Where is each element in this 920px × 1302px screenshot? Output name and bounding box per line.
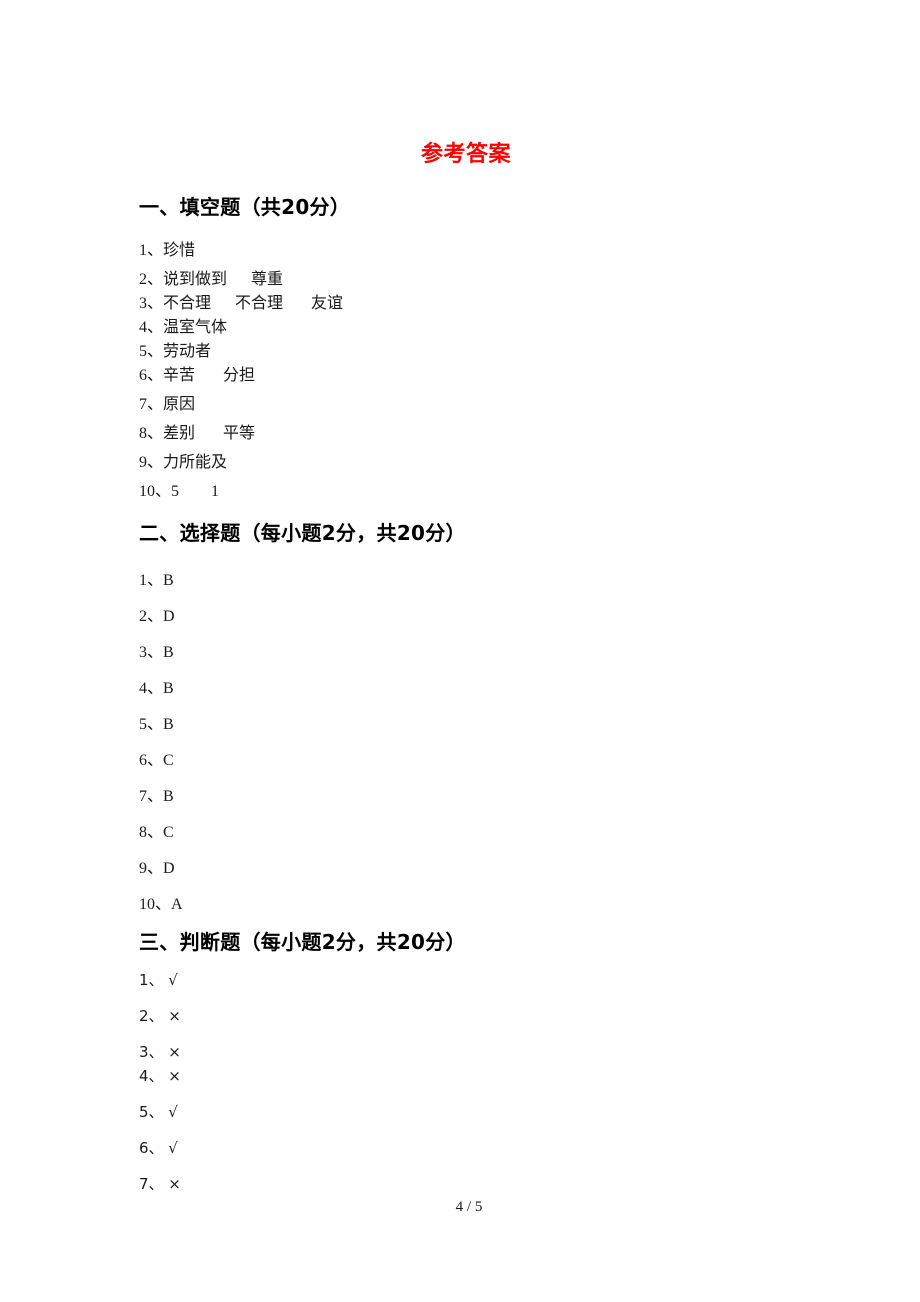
answer-item: 5、B (139, 716, 174, 733)
answer-item: 8、差别 平等 (139, 425, 256, 442)
answer-item: 5、 √ (139, 1103, 178, 1121)
answer-item: 3、 × (139, 1043, 181, 1061)
answer-item: 9、D (139, 860, 175, 877)
answer-item: 10、5 1 (139, 483, 220, 500)
answer-item: 4、温室气体 (139, 319, 228, 336)
answer-item: 7、B (139, 788, 174, 805)
answer-list-true-false: 1、 √ 2、 × 3、 × 4、 × 5、 √ 6、 √ 7、 × (139, 968, 181, 1196)
answer-item: 1、B (139, 572, 174, 589)
answer-item: 6、C (139, 752, 174, 769)
answer-list-multiple-choice: 1、B 2、D 3、B 4、B 5、B 6、C 7、B 8、C 9、D 10、A (139, 563, 183, 923)
page-number-footer: 4 / 5 (455, 1199, 483, 1215)
answer-item: 8、C (139, 824, 174, 841)
answer-item: 10、A (139, 896, 183, 913)
answer-item: 2、说到做到 尊重 (139, 271, 284, 288)
answer-item: 3、B (139, 644, 174, 661)
section-heading-fill-in-the-blank: 一、填空题（共20分） (139, 195, 351, 219)
answer-item: 7、原因 (139, 396, 196, 413)
answer-item: 5、劳动者 (139, 343, 212, 360)
answer-item: 3、不合理 不合理 友谊 (139, 295, 344, 312)
answer-item: 4、B (139, 680, 174, 697)
answer-item: 4、 × (139, 1067, 181, 1085)
section-heading-true-false: 三、判断题（每小题2分，共20分） (139, 930, 466, 954)
answer-sheet-page: 参考答案 一、填空题（共20分） 1、珍惜 2、说到做到 尊重 3、不合理 不合… (0, 0, 920, 1302)
answer-item: 7、 × (139, 1175, 181, 1193)
answer-item: 6、 √ (139, 1139, 178, 1157)
page-title: 参考答案 (420, 142, 511, 167)
section-heading-multiple-choice: 二、选择题（每小题2分，共20分） (139, 521, 466, 545)
answer-item: 6、辛苦 分担 (139, 367, 256, 384)
answer-item: 2、 × (139, 1007, 181, 1025)
answer-item: 1、珍惜 (139, 242, 196, 259)
answer-list-fill-in-the-blank: 1、珍惜 2、说到做到 尊重 3、不合理 不合理 友谊 4、温室气体 5、劳动者… (139, 239, 343, 504)
answer-item: 1、 √ (139, 971, 178, 989)
answer-item: 2、D (139, 608, 175, 625)
answer-item: 9、力所能及 (139, 454, 228, 471)
